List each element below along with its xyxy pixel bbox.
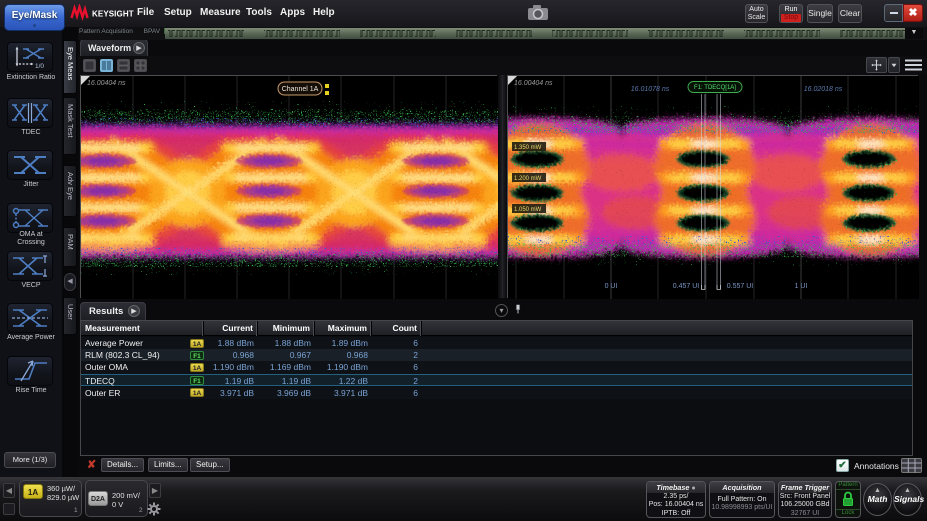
- svg-text:1 UI: 1 UI: [795, 283, 808, 290]
- svg-text:16.02018 ns: 16.02018 ns: [804, 86, 843, 93]
- svg-text:F1: TDECQ[1A]: F1: TDECQ[1A]: [694, 85, 736, 91]
- svg-text:16.00404 ns: 16.00404 ns: [87, 80, 126, 87]
- svg-text:1/0: 1/0: [35, 63, 44, 69]
- svg-text:1.200 mW: 1.200 mW: [514, 176, 542, 182]
- svg-text:1.350 mW: 1.350 mW: [514, 145, 542, 151]
- svg-text:0.457 UI: 0.457 UI: [673, 283, 700, 290]
- svg-text:Channel 1A: Channel 1A: [282, 86, 319, 93]
- svg-text:KEYSIGHT: KEYSIGHT: [92, 10, 134, 19]
- svg-text:16.00404 ns: 16.00404 ns: [514, 80, 553, 87]
- svg-text:0.557 UI: 0.557 UI: [727, 283, 754, 290]
- svg-text:0 UI: 0 UI: [605, 283, 618, 290]
- svg-text:16.01078 ns: 16.01078 ns: [631, 86, 670, 93]
- svg-text:1.050 mW: 1.050 mW: [514, 207, 542, 213]
